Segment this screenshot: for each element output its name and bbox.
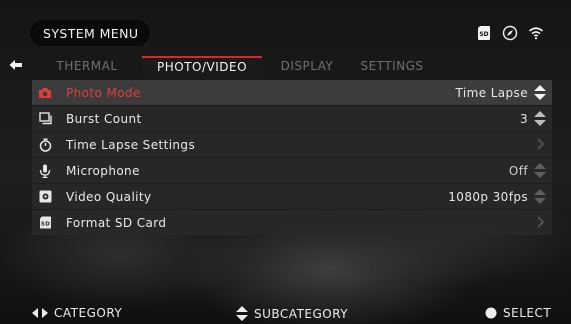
menu-item-time-lapse-settings[interactable]: Time Lapse Settings — [32, 132, 552, 157]
back-arrow-icon[interactable] — [8, 57, 24, 73]
hint-label: CATEGORY — [54, 306, 123, 320]
menu-item-value: 3 — [519, 111, 528, 126]
select-hint: SELECT — [485, 306, 551, 320]
tab-settings[interactable]: SETTINGS — [352, 56, 432, 76]
sd-card-icon: SD — [36, 216, 54, 230]
tab-label: PHOTO/VIDEO — [156, 60, 248, 74]
menu-item-label: Video Quality — [66, 189, 152, 204]
menu-item-burst-count[interactable]: Burst Count 3 — [32, 106, 552, 131]
chevron-right-icon — [537, 216, 544, 228]
control-hints-bar: CATEGORY SUBCATEGORY SELECT — [0, 302, 571, 324]
up-down-stepper-icon[interactable] — [534, 111, 546, 126]
menu-item-value: 1080p 30fps — [448, 189, 528, 204]
menu-item-label: Microphone — [66, 163, 140, 178]
menu-item-value: Off — [508, 163, 528, 178]
system-menu-title: SYSTEM MENU — [30, 20, 150, 46]
stopwatch-icon — [36, 138, 54, 152]
wifi-icon — [528, 27, 544, 40]
tab-display[interactable]: DISPLAY — [262, 56, 352, 76]
compass-icon — [502, 25, 518, 41]
tab-photo-video[interactable]: PHOTO/VIDEO — [142, 56, 262, 76]
up-down-stepper-icon[interactable] — [534, 163, 546, 178]
video-quality-icon — [36, 190, 54, 204]
menu-item-label: Time Lapse Settings — [66, 137, 196, 152]
subcategory-hint: SUBCATEGORY — [236, 306, 348, 321]
hint-label: SELECT — [503, 306, 552, 320]
up-down-stepper-icon[interactable] — [534, 85, 546, 100]
chevron-right-icon — [537, 138, 544, 150]
burst-icon — [36, 112, 54, 126]
select-button-icon — [485, 307, 497, 319]
left-right-arrows-icon — [32, 308, 48, 318]
hint-label: SUBCATEGORY — [254, 306, 349, 321]
settings-menu-list: Photo Mode Time Lapse Burst Count 3 Time… — [32, 80, 552, 236]
status-bar: SD — [476, 22, 556, 44]
up-down-stepper-icon[interactable] — [534, 189, 546, 204]
svg-text:SD: SD — [479, 31, 488, 38]
up-down-arrows-icon — [236, 306, 248, 321]
menu-item-label: Photo Mode — [66, 85, 141, 100]
menu-item-format-sd-card[interactable]: SD Format SD Card — [32, 210, 552, 235]
tab-label: THERMAL — [56, 59, 118, 73]
tab-label: DISPLAY — [280, 59, 334, 73]
svg-text:SD: SD — [40, 222, 49, 228]
menu-item-label: Format SD Card — [66, 215, 167, 230]
category-tabs: THERMAL PHOTO/VIDEO DISPLAY SETTINGS — [32, 56, 552, 76]
camera-icon — [36, 86, 54, 100]
category-hint: CATEGORY — [32, 306, 122, 320]
menu-item-photo-mode[interactable]: Photo Mode Time Lapse — [32, 80, 552, 105]
tab-label: SETTINGS — [360, 59, 424, 73]
tab-thermal[interactable]: THERMAL — [32, 56, 142, 76]
page-title: SYSTEM MENU — [43, 25, 139, 41]
microphone-icon — [36, 164, 54, 178]
menu-item-microphone[interactable]: Microphone Off — [32, 158, 552, 183]
menu-item-video-quality[interactable]: Video Quality 1080p 30fps — [32, 184, 552, 209]
menu-item-label: Burst Count — [66, 111, 142, 126]
sd-card-icon: SD — [478, 26, 490, 40]
menu-item-value: Time Lapse — [455, 85, 528, 100]
